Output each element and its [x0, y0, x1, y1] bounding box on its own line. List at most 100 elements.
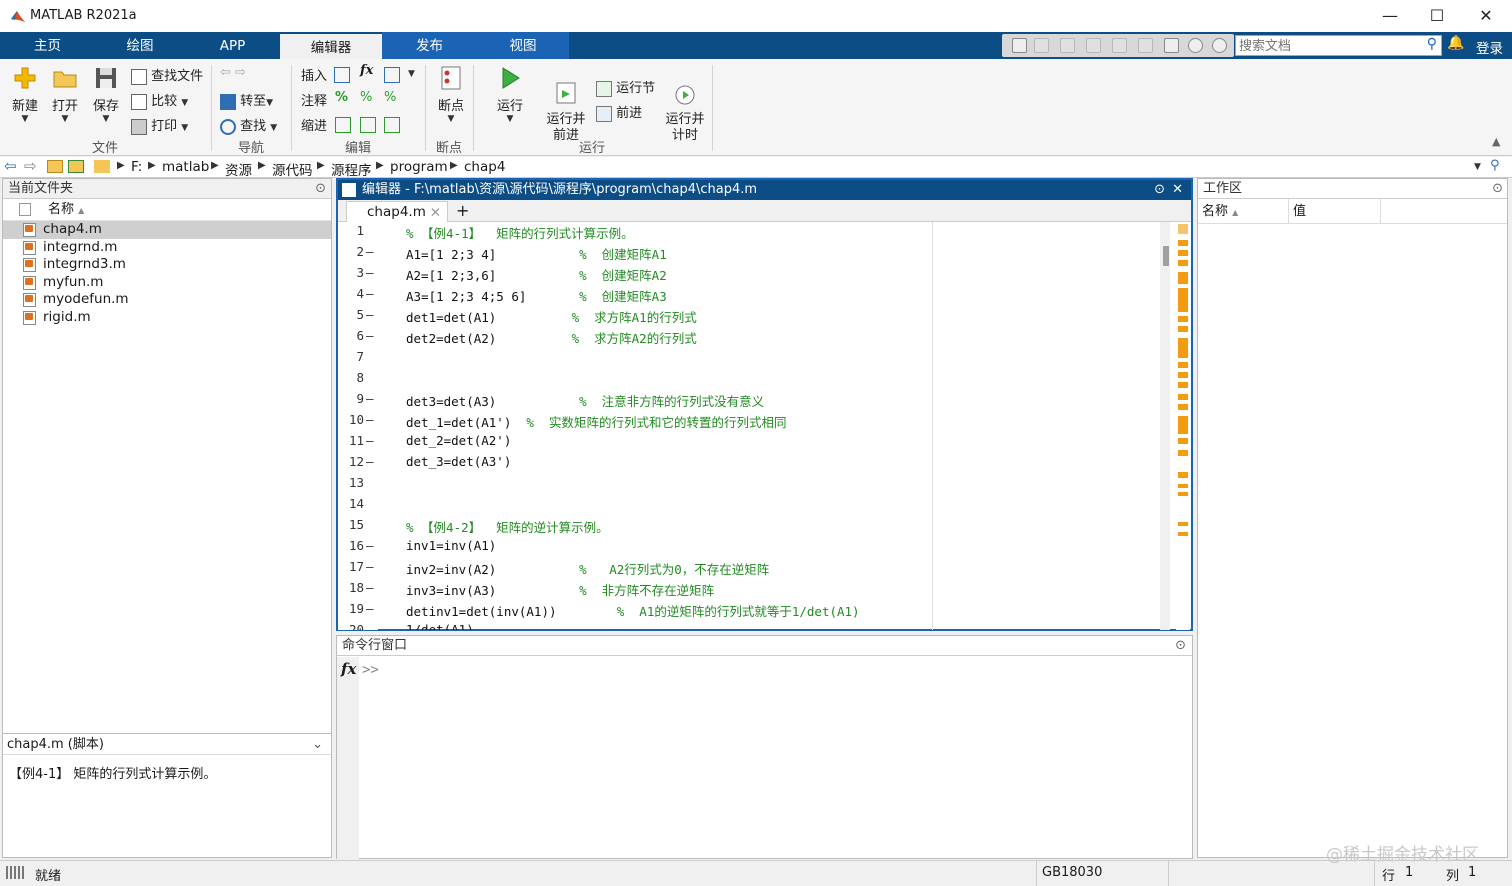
- increase-indent-icon[interactable]: [360, 117, 376, 133]
- file-row[interactable]: myodefun.m: [3, 291, 331, 309]
- warning-marker[interactable]: [1178, 404, 1188, 410]
- line-number[interactable]: 10: [338, 412, 364, 427]
- file-row[interactable]: rigid.m: [3, 309, 331, 327]
- comment-percent-icon[interactable]: %: [335, 90, 348, 105]
- line-number[interactable]: 14: [338, 496, 364, 511]
- code-line[interactable]: 11— det_2=det(A2'): [338, 433, 1158, 454]
- line-number[interactable]: 17: [338, 559, 364, 574]
- paste-icon[interactable]: [1086, 38, 1101, 53]
- code-line[interactable]: 12— det_3=det(A3'): [338, 454, 1158, 475]
- line-number[interactable]: 20: [338, 622, 364, 630]
- comment-button[interactable]: 注释: [301, 90, 327, 109]
- add-tab-icon[interactable]: +: [456, 201, 469, 220]
- warning-marker[interactable]: [1178, 288, 1188, 312]
- back-forward-icon[interactable]: ⇦ ⇨: [220, 65, 246, 80]
- breakpoint-dash[interactable]: —: [366, 559, 374, 574]
- line-number[interactable]: 12: [338, 454, 364, 469]
- fx-icon[interactable]: fx: [341, 660, 356, 678]
- smart-indent-icon[interactable]: [335, 117, 351, 133]
- save-icon[interactable]: [1012, 38, 1027, 53]
- save-button[interactable]: 保存 ▼: [89, 65, 123, 124]
- insert-section-icon[interactable]: [334, 67, 350, 83]
- warning-marker[interactable]: [1178, 450, 1188, 456]
- warning-marker[interactable]: [1178, 394, 1188, 400]
- line-number[interactable]: 9: [338, 391, 364, 406]
- insert-button[interactable]: 插入: [301, 65, 327, 84]
- breakpoint-dash[interactable]: —: [366, 412, 374, 427]
- dropdown-icon[interactable]: [1212, 38, 1227, 53]
- close-button[interactable]: ✕: [1466, 4, 1506, 28]
- warning-marker[interactable]: [1178, 438, 1188, 444]
- warning-marker[interactable]: [1178, 472, 1188, 478]
- breakpoints-button[interactable]: 断点 ▼: [432, 65, 470, 124]
- editor-menu-icon[interactable]: ⊙: [1154, 180, 1165, 200]
- warning-marker[interactable]: [1178, 522, 1188, 526]
- code-line[interactable]: 9— det3=det(A3) % 注意非方阵的行列式没有意义: [338, 391, 1158, 412]
- copy-icon[interactable]: [1060, 38, 1075, 53]
- line-number[interactable]: 6: [338, 328, 364, 343]
- breadcrumb-item[interactable]: program: [390, 159, 448, 175]
- panel-menu-icon[interactable]: ⊙: [1175, 636, 1186, 656]
- switch-windows-icon[interactable]: [1164, 38, 1179, 53]
- line-number[interactable]: 3: [338, 265, 364, 280]
- warning-marker[interactable]: [1178, 250, 1188, 256]
- warning-marker[interactable]: [1178, 416, 1188, 434]
- chevron-down-icon[interactable]: ⌄: [312, 734, 323, 756]
- code-line[interactable]: 14: [338, 496, 1158, 517]
- collapse-ribbon-icon[interactable]: ▲: [1492, 135, 1500, 148]
- code-area[interactable]: 1% 【例4-1】 矩阵的行列式计算示例。 2— A1=[1 2;3 4] % 创建…: [338, 223, 1158, 630]
- file-row[interactable]: myfun.m: [3, 274, 331, 292]
- find-button[interactable]: 查找 ▼: [220, 115, 277, 135]
- redo-icon[interactable]: [1138, 38, 1153, 53]
- close-tab-icon[interactable]: ✕: [430, 205, 441, 221]
- minimize-button[interactable]: —: [1370, 4, 1410, 28]
- indent-button[interactable]: 缩进: [301, 115, 327, 134]
- panel-menu-icon[interactable]: ⊙: [315, 179, 326, 199]
- wrap-comment-icon[interactable]: %: [384, 90, 396, 105]
- warning-marker[interactable]: [1178, 326, 1188, 332]
- line-number[interactable]: 8: [338, 370, 364, 385]
- warning-marker[interactable]: [1178, 224, 1188, 234]
- new-button[interactable]: 新建 ▼: [8, 65, 42, 124]
- tab-apps[interactable]: APP: [185, 32, 280, 59]
- panel-menu-icon[interactable]: ⊙: [1492, 179, 1503, 199]
- breakpoint-dash[interactable]: —: [366, 244, 374, 259]
- breakpoint-dash[interactable]: —: [366, 538, 374, 553]
- cut-icon[interactable]: [1034, 38, 1049, 53]
- line-number[interactable]: 18: [338, 580, 364, 595]
- search-folder-icon[interactable]: ⚲: [1490, 158, 1500, 173]
- tab-plots[interactable]: 绘图: [95, 32, 185, 59]
- warning-marker[interactable]: [1178, 362, 1188, 368]
- warning-marker[interactable]: [1178, 492, 1188, 496]
- code-line[interactable]: 15 % 【例4-2】 矩阵的逆计算示例。: [338, 517, 1158, 538]
- tab-view[interactable]: 视图: [477, 32, 569, 59]
- line-number[interactable]: 1: [338, 223, 364, 238]
- uncomment-icon[interactable]: %: [360, 90, 372, 105]
- breadcrumb-item[interactable]: 资源: [225, 159, 252, 179]
- code-line[interactable]: 7: [338, 349, 1158, 370]
- code-line[interactable]: 20— 1/det(A1): [338, 622, 1158, 630]
- code-line[interactable]: 19— detinv1=det(inv(A1)) % A1的逆矩阵的行列式就等于1…: [338, 601, 1158, 622]
- file-list-header[interactable]: 名称 ▲: [3, 199, 331, 221]
- advance-button[interactable]: 前进: [596, 102, 642, 122]
- warning-marker[interactable]: [1178, 260, 1188, 266]
- line-number[interactable]: 15: [338, 517, 364, 532]
- fx-icon[interactable]: fx: [360, 63, 373, 78]
- warning-marker[interactable]: [1178, 484, 1188, 488]
- workspace-name-column[interactable]: 名称 ▲: [1202, 199, 1238, 225]
- breakpoint-dash[interactable]: —: [366, 433, 374, 448]
- code-line[interactable]: 5— det1=det(A1) % 求方阵A1的行列式: [338, 307, 1158, 328]
- tab-editor[interactable]: 编辑器: [280, 32, 382, 59]
- breakpoint-dash[interactable]: —: [366, 265, 374, 280]
- workspace-value-column[interactable]: 值: [1293, 199, 1306, 224]
- warning-marker[interactable]: [1178, 272, 1188, 284]
- warning-marker[interactable]: [1178, 382, 1188, 388]
- command-prompt[interactable]: >>: [362, 662, 379, 678]
- search-input[interactable]: [1236, 36, 1416, 55]
- code-line[interactable]: 10— det_1=det(A1') % 实数矩阵的行列式和它的转置的行列式相同: [338, 412, 1158, 433]
- warning-marker[interactable]: [1178, 372, 1188, 378]
- code-line[interactable]: 6— det2=det(A2) % 求方阵A2的行列式: [338, 328, 1158, 349]
- breakpoint-dash[interactable]: —: [366, 328, 374, 343]
- insert-dropdown-icon[interactable]: ▼: [408, 69, 415, 79]
- line-number[interactable]: 13: [338, 475, 364, 490]
